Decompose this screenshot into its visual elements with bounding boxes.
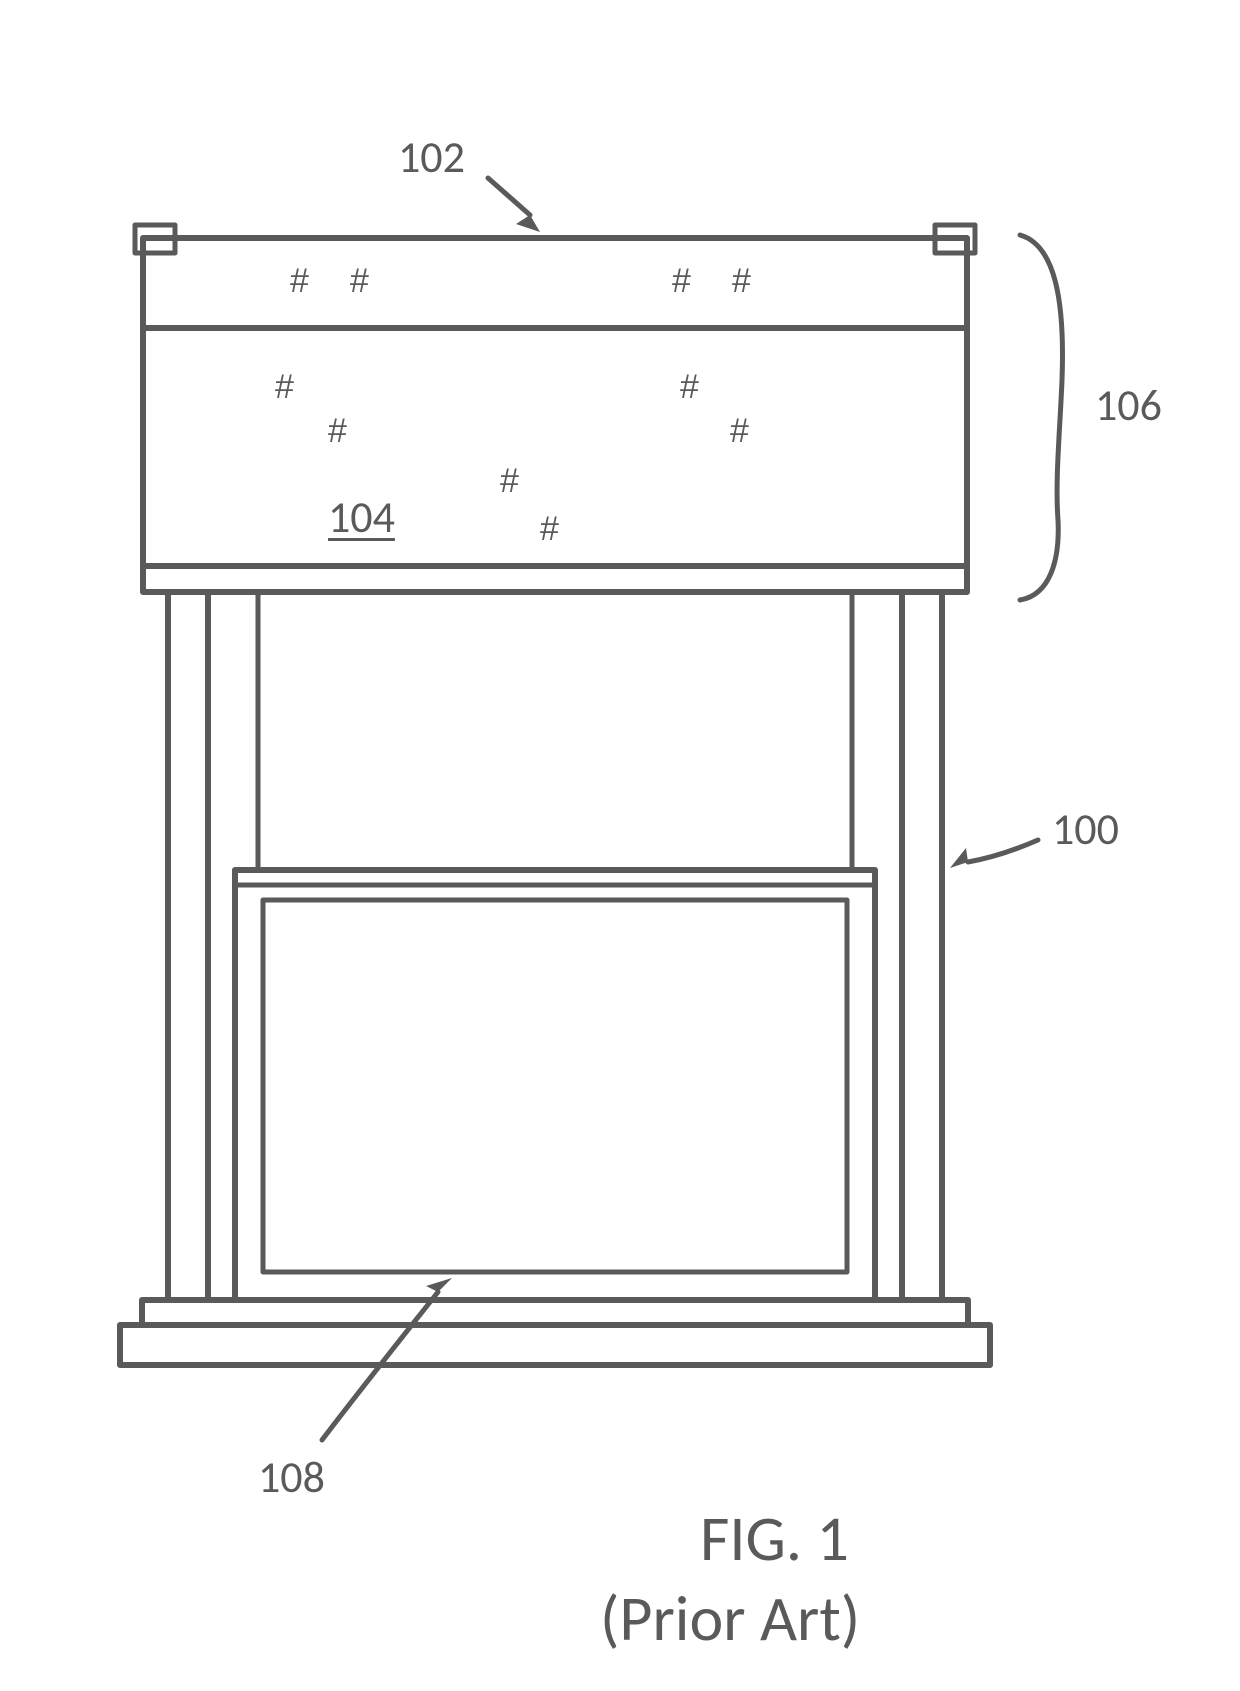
ref-106: 106 <box>1095 378 1162 432</box>
hash-mark: # <box>328 412 347 451</box>
ref-108: 108 <box>258 1450 325 1504</box>
ref-102: 102 <box>398 130 465 184</box>
hash-mark: # <box>275 368 294 407</box>
hash-mark: # <box>350 262 369 301</box>
hash-mark: # <box>732 262 751 301</box>
hash-mark: # <box>500 462 519 501</box>
patent-figure: # # # # # # # # # # 102 104 106 100 108 … <box>0 0 1240 1691</box>
hash-mark: # <box>290 262 309 301</box>
figure-title-line1: FIG. 1 <box>700 1500 849 1578</box>
hash-mark: # <box>672 262 691 301</box>
ref-104: 104 <box>328 490 395 544</box>
hash-mark: # <box>680 368 699 407</box>
figure-title-line2: (Prior Art) <box>600 1580 860 1658</box>
ref-100: 100 <box>1052 802 1119 856</box>
hash-mark: # <box>540 510 559 549</box>
hash-mark: # <box>730 412 749 451</box>
